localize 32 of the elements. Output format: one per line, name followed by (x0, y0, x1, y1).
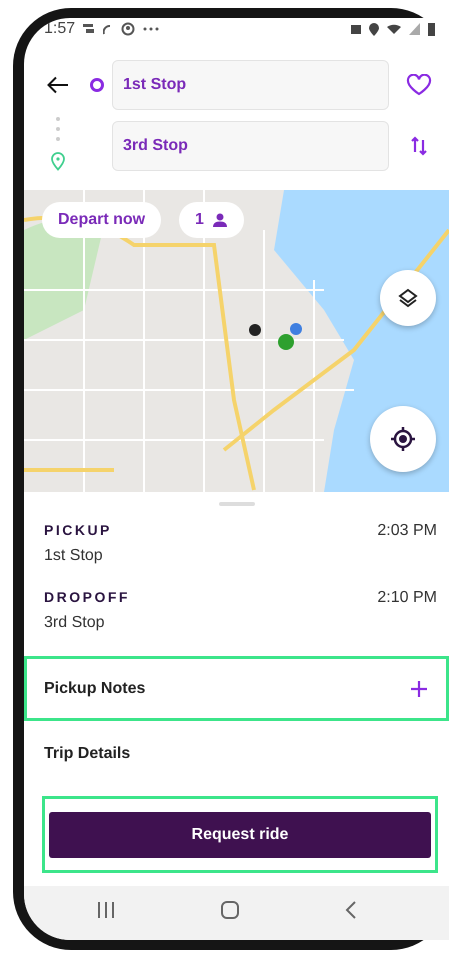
location-icon (369, 22, 379, 36)
heart-icon[interactable] (406, 74, 432, 96)
signal-icon (409, 23, 420, 35)
section-row[interactable]: Pickup Notes (24, 656, 449, 721)
section-row[interactable]: Trip Details (24, 721, 449, 786)
more-dots-icon (143, 27, 160, 31)
person-icon (212, 212, 228, 228)
layers-icon (398, 288, 418, 308)
origin-field[interactable]: 1st Stop (112, 60, 389, 110)
back-icon[interactable] (344, 900, 357, 920)
stop-name: 3rd Stop (44, 614, 106, 632)
swap-arrows-icon[interactable] (411, 136, 427, 156)
stop-label: PICKUP (44, 522, 112, 538)
destination-field[interactable]: 3rd Stop (112, 120, 389, 170)
battery-icon (428, 22, 435, 36)
back-arrow-icon[interactable] (47, 76, 69, 94)
location-pin-icon (50, 150, 66, 170)
crosshair-icon (390, 426, 416, 452)
stop-time: 2:03 PM (377, 522, 437, 541)
passenger-count-button[interactable]: 1 (179, 202, 244, 238)
stop-time: 2:10 PM (377, 589, 437, 608)
stop-name: 1st Stop (44, 547, 104, 565)
account-circle-icon (121, 22, 136, 36)
home-icon[interactable] (220, 900, 240, 920)
drag-handle[interactable] (218, 502, 254, 506)
plus-icon (410, 680, 428, 698)
request-ride-button[interactable]: Request ride (49, 812, 431, 858)
depart-now-button[interactable]: Depart now (42, 202, 162, 238)
recent-apps-icon[interactable] (96, 901, 116, 919)
ring-icon (89, 76, 105, 92)
stop-label: DROPOFF (44, 589, 130, 605)
wifi-icon (387, 24, 401, 34)
